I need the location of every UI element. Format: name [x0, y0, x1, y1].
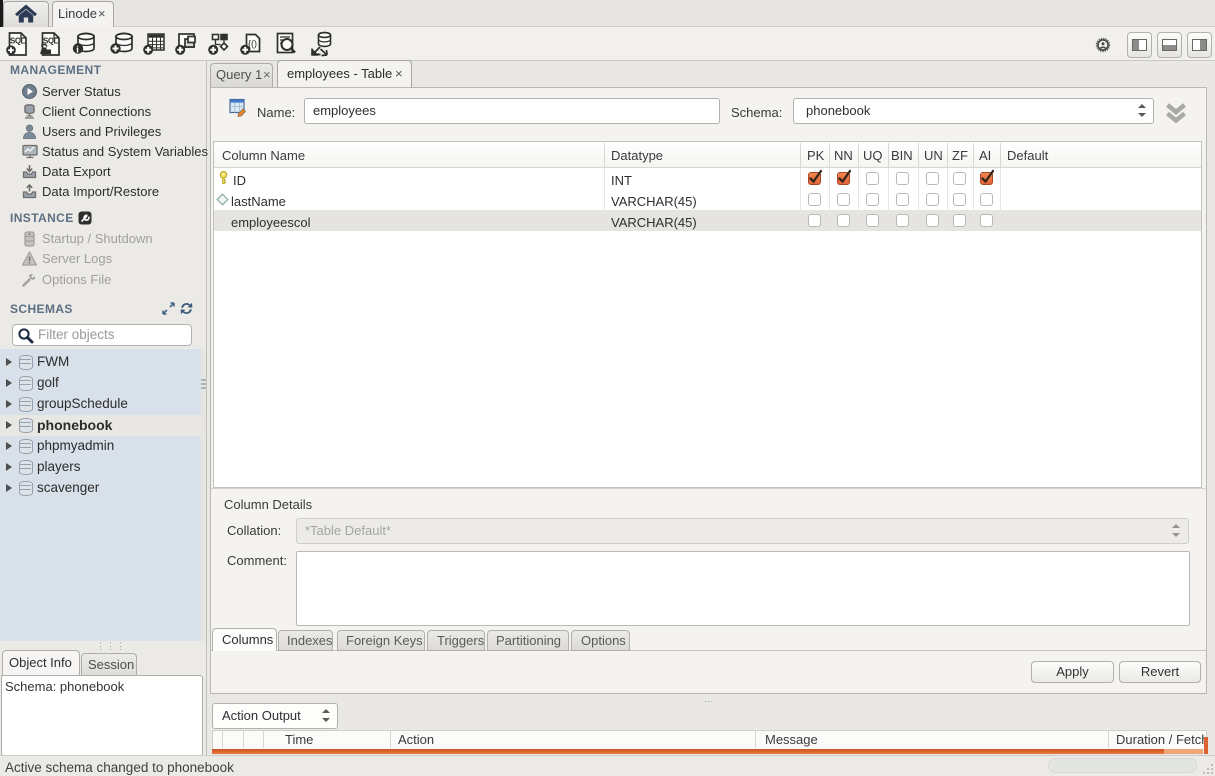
svg-text:SQL: SQL [10, 37, 26, 46]
svg-text:{(): {() [248, 39, 257, 49]
